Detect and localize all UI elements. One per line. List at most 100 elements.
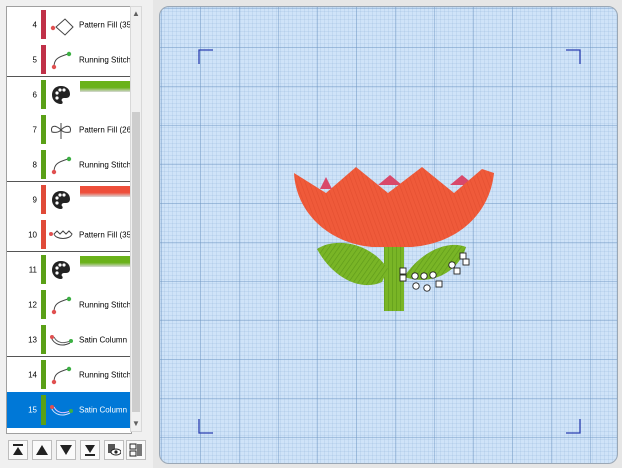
palette-icon[interactable] bbox=[51, 85, 71, 105]
move-down-icon bbox=[60, 445, 72, 455]
sequence-row-12[interactable]: 12 Running Stitch bbox=[7, 287, 131, 322]
sequence-view-button[interactable] bbox=[126, 440, 146, 460]
sequence-row-number: 14 bbox=[28, 370, 37, 379]
sequence-row-13[interactable]: 13 Satin Column bbox=[7, 322, 131, 357]
thread-color-bar[interactable] bbox=[80, 256, 131, 267]
sequence-row-6[interactable]: 6 bbox=[7, 77, 131, 112]
sequence-scrollbar[interactable]: ▲ ▼ bbox=[130, 6, 142, 432]
thread-color-swatch bbox=[41, 220, 46, 249]
sequence-list[interactable]: 4 Pattern Fill (35) 5 Running Stitch 6 7 Patte… bbox=[6, 6, 132, 434]
running-stitch-icon bbox=[48, 294, 74, 316]
thread-color-swatch bbox=[41, 45, 46, 74]
sequence-row-number: 8 bbox=[32, 160, 37, 169]
sequence-panel: 4 Pattern Fill (35) 5 Running Stitch 6 7 Patte… bbox=[0, 0, 148, 468]
thread-color-swatch bbox=[41, 115, 46, 144]
node-handle[interactable] bbox=[399, 267, 407, 275]
node-handle[interactable] bbox=[453, 267, 461, 275]
petal-accent bbox=[378, 175, 402, 185]
running-stitch-icon bbox=[48, 154, 74, 176]
node-handle[interactable] bbox=[448, 261, 456, 269]
thread-color-bar[interactable] bbox=[80, 81, 131, 92]
node-handle[interactable] bbox=[459, 252, 467, 260]
palette-icon[interactable] bbox=[51, 190, 71, 210]
move-to-bottom-button[interactable] bbox=[80, 440, 100, 460]
node-handle[interactable] bbox=[411, 272, 419, 280]
sequence-row-number: 9 bbox=[32, 195, 37, 204]
thread-color-swatch bbox=[41, 185, 46, 214]
hoop-corner-top-right bbox=[566, 49, 581, 64]
sequence-toolbar bbox=[8, 440, 148, 462]
sequence-row-15[interactable]: 15 Satin Column bbox=[7, 392, 131, 428]
sequence-row-label: Running Stitch bbox=[79, 160, 132, 169]
thread-color-swatch bbox=[41, 255, 46, 284]
sequence-row-number: 11 bbox=[28, 265, 37, 274]
sequence-row-5[interactable]: 5 Running Stitch bbox=[7, 42, 131, 77]
hoop-corner-bottom-left bbox=[198, 419, 213, 434]
hoop-corner-top-left bbox=[198, 49, 213, 64]
sequence-view-icon bbox=[129, 443, 142, 457]
running-stitch-icon bbox=[48, 49, 74, 71]
thread-color-swatch bbox=[41, 290, 46, 319]
node-handle[interactable] bbox=[412, 282, 420, 290]
sequence-row-label: Pattern Fill (35) bbox=[79, 20, 132, 29]
node-handle[interactable] bbox=[423, 284, 431, 292]
petal-accent bbox=[320, 177, 332, 189]
move-up-button[interactable] bbox=[32, 440, 52, 460]
sequence-row-number: 7 bbox=[32, 125, 37, 134]
thread-color-swatch bbox=[41, 80, 46, 109]
sequence-row-number: 6 bbox=[32, 90, 37, 99]
node-handle[interactable] bbox=[420, 272, 428, 280]
scroll-up-button[interactable]: ▲ bbox=[131, 7, 141, 21]
sequence-row-14[interactable]: 14 Running Stitch bbox=[7, 357, 131, 392]
scroll-thumb[interactable] bbox=[132, 112, 140, 412]
running-stitch-icon bbox=[48, 364, 74, 386]
sequence-row-8[interactable]: 8 Running Stitch bbox=[7, 147, 131, 182]
sequence-row-label: Satin Column bbox=[79, 405, 128, 415]
sequence-row-label: Satin Column bbox=[79, 335, 128, 344]
sequence-row-7[interactable]: 7 Pattern Fill (26) bbox=[7, 112, 131, 147]
scroll-down-button[interactable]: ▼ bbox=[131, 417, 141, 431]
embroidery-editor: 4 Pattern Fill (35) 5 Running Stitch 6 7 Patte… bbox=[0, 0, 622, 468]
sequence-row-label: Pattern Fill (35) bbox=[79, 230, 132, 239]
thread-color-swatch bbox=[41, 325, 46, 354]
satin-column-icon bbox=[48, 399, 74, 421]
sequence-row-9[interactable]: 9 bbox=[7, 182, 131, 217]
pattern-fill-zigzag-icon bbox=[48, 224, 74, 246]
visibility-button[interactable] bbox=[104, 440, 124, 460]
tulip-design[interactable] bbox=[294, 167, 494, 311]
thread-color-swatch bbox=[41, 360, 46, 389]
sequence-row-10[interactable]: 10 Pattern Fill (35) bbox=[7, 217, 131, 252]
hoop-corner-bottom-right bbox=[566, 419, 581, 434]
canvas-frame bbox=[153, 0, 622, 468]
sequence-row-number: 15 bbox=[28, 405, 37, 415]
visibility-icon bbox=[108, 444, 121, 456]
sequence-row-number: 10 bbox=[28, 230, 37, 239]
sequence-row-number: 5 bbox=[32, 55, 37, 64]
sequence-row-4[interactable]: 4 Pattern Fill (35) bbox=[7, 7, 131, 42]
thread-color-swatch bbox=[41, 395, 46, 425]
sequence-row-11[interactable]: 11 bbox=[7, 252, 131, 287]
node-handle[interactable] bbox=[462, 258, 470, 266]
satin-column-icon bbox=[48, 329, 74, 351]
design-svg bbox=[198, 49, 581, 434]
sequence-row-number: 13 bbox=[28, 335, 37, 344]
thread-color-swatch bbox=[41, 150, 46, 179]
node-handle[interactable] bbox=[429, 271, 437, 279]
design-canvas[interactable] bbox=[159, 6, 618, 464]
move-up-icon bbox=[36, 445, 48, 455]
sequence-row-label: Running Stitch bbox=[79, 55, 132, 64]
sequence-row-number: 12 bbox=[28, 300, 37, 309]
node-handle[interactable] bbox=[399, 274, 407, 282]
sequence-row-number: 4 bbox=[32, 20, 37, 29]
move-to-top-button[interactable] bbox=[8, 440, 28, 460]
move-down-button[interactable] bbox=[56, 440, 76, 460]
move-to-bottom-icon bbox=[85, 445, 95, 456]
move-to-top-icon bbox=[13, 444, 23, 455]
palette-icon[interactable] bbox=[51, 260, 71, 280]
sequence-row-label: Running Stitch bbox=[79, 300, 132, 309]
thread-color-swatch bbox=[41, 10, 46, 39]
node-handle[interactable] bbox=[435, 280, 443, 288]
pattern-fill-diamond-icon bbox=[48, 14, 74, 36]
sequence-row-label: Running Stitch bbox=[79, 370, 132, 379]
thread-color-bar[interactable] bbox=[80, 186, 131, 197]
